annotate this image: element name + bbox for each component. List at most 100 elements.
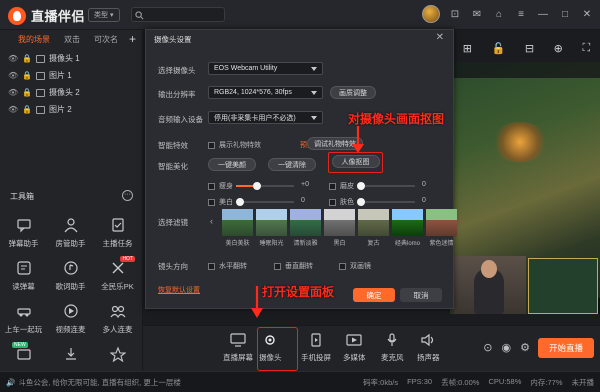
filter-item[interactable]: 紫色迷情 (426, 209, 457, 247)
list-item[interactable]: 👁 🔒 摄像头 1 (0, 50, 142, 67)
search-input[interactable] (131, 7, 225, 22)
tab-rename[interactable]: 可次名 (94, 34, 118, 45)
dual-mirror-checkbox[interactable]: 双画镜 (339, 261, 371, 271)
checkbox-box (274, 262, 281, 270)
skin-tone-slider[interactable] (357, 198, 415, 206)
notice-text[interactable]: 斗鱼公会, 给你无限可能, 直播有组织, 更上一层楼 (18, 377, 181, 388)
eye-icon[interactable]: 👁 (8, 88, 18, 97)
chevron-left-icon[interactable]: ‹ (210, 216, 213, 226)
slider-knob[interactable] (357, 182, 365, 190)
smooth-slider[interactable] (357, 182, 415, 190)
camera-select[interactable]: EOS Webcam Utility (208, 62, 323, 75)
filter-item[interactable]: 睡眠阳光 (256, 209, 287, 247)
maximize-icon[interactable]: □ (558, 7, 572, 21)
slider-knob[interactable] (236, 198, 244, 206)
lyrics-icon (62, 259, 80, 277)
bottom-item-speaker[interactable]: 扬声器 (417, 332, 440, 363)
filter-item[interactable]: 复古 (358, 209, 389, 247)
eye-icon[interactable]: ◉ (502, 341, 512, 354)
skin-tone-checkbox[interactable]: 肤色 (329, 197, 354, 207)
slim-slider[interactable] (236, 182, 294, 190)
lock-icon[interactable]: 🔒 (22, 105, 32, 114)
fullscreen-icon[interactable]: ⛶ (582, 42, 590, 55)
checkbox-box (339, 262, 346, 270)
slider-label: 磨皮 (340, 183, 354, 190)
memory-usage: 内存:77% (530, 377, 563, 387)
eye-icon[interactable]: 👁 (8, 105, 18, 114)
whiten-checkbox[interactable]: 美白 (208, 197, 233, 207)
annotation-arrow-down (352, 126, 364, 153)
camera-overlay[interactable] (454, 256, 526, 314)
slider-knob[interactable] (253, 182, 261, 190)
tool-ride-together[interactable]: 上车一起玩 (0, 302, 47, 335)
vertical-flip-checkbox[interactable]: 垂直翻转 (274, 261, 313, 271)
bottom-item-screen[interactable]: 直播屏幕 (223, 332, 253, 363)
audio-input-select[interactable]: 停用(非采集卡用户不必选) (208, 111, 323, 124)
lock-icon[interactable]: 🔒 (22, 54, 32, 63)
bottom-item-phone-cast[interactable]: 手机投屏 (301, 332, 331, 363)
list-item[interactable]: 👁 🔒 图片 1 (0, 67, 142, 84)
tool-multi-link[interactable]: 多人连麦 (94, 302, 141, 335)
quality-adjust-button[interactable]: 画质调整 (330, 86, 376, 99)
horizontal-flip-checkbox[interactable]: 水平翻转 (208, 261, 247, 271)
tool-host-task[interactable]: 主播任务 (94, 216, 141, 249)
tool-download[interactable] (47, 345, 94, 363)
filter-label: 睡眠阳光 (259, 241, 284, 247)
type-dropdown[interactable]: 类型 ▾ (88, 8, 120, 22)
resolution-select[interactable]: RGB24, 1024*576, 30fps (208, 86, 323, 99)
tool-video-link[interactable]: 视频连麦 (47, 302, 94, 335)
filter-item[interactable]: 美白美肤 (222, 209, 253, 247)
bottom-item-media[interactable]: 多媒体 (343, 332, 366, 363)
skin-icon[interactable]: ⌂ (492, 7, 506, 21)
filter-item[interactable]: 清新淡雅 (290, 209, 321, 247)
tool-star[interactable] (94, 345, 141, 363)
cancel-button[interactable]: 取消 (400, 288, 442, 302)
tool-lyrics[interactable]: 歌词助手 (47, 259, 94, 292)
confirm-button[interactable]: 确定 (353, 288, 395, 302)
message-icon[interactable]: ⊡ (448, 7, 462, 21)
grid-icon[interactable]: ⊟ (525, 42, 534, 55)
more-icon[interactable]: ··· (122, 190, 133, 201)
minimize-icon[interactable]: — (536, 7, 550, 21)
gear-icon[interactable]: ⚙ (520, 341, 530, 354)
restore-default-link[interactable]: 恢复默认设置 (158, 285, 200, 295)
menu-icon[interactable]: ≡ (514, 7, 528, 21)
one-click-clear-button[interactable]: 一键清除 (268, 158, 316, 171)
tool-read-danmaku[interactable]: 读弹幕 (0, 259, 47, 292)
mail-icon[interactable]: ✉ (470, 7, 484, 21)
tab-my-scene[interactable]: 我的场景 (18, 34, 50, 45)
list-item[interactable]: 👁 🔒 摄像头 2 (0, 84, 142, 101)
bottom-item-mic[interactable]: 麦克风 (381, 332, 404, 363)
compass-icon[interactable]: ⊕ (554, 42, 563, 55)
tool-gift[interactable]: NEW (0, 342, 47, 363)
whiten-slider[interactable] (236, 198, 294, 206)
tool-danmaku-assistant[interactable]: 弹幕助手 (0, 216, 47, 249)
tool-pk[interactable]: HOT 全民乐PK (94, 256, 141, 292)
checkbox-box (208, 141, 215, 149)
tab-double-click[interactable]: 双击 (64, 34, 80, 45)
filter-thumbnail (392, 209, 423, 236)
slider-knob[interactable] (357, 198, 365, 206)
filter-item[interactable]: 黑白 (324, 209, 355, 247)
slim-checkbox[interactable]: 瘦身 (208, 181, 233, 191)
show-gift-effect-checkbox[interactable]: 展示礼物特效 (208, 140, 261, 150)
close-icon[interactable]: ✕ (436, 32, 444, 43)
user-avatar[interactable] (422, 5, 440, 23)
lock-icon[interactable]: 🔒 (22, 88, 32, 97)
eye-icon[interactable]: 👁 (8, 71, 18, 80)
filter-item[interactable]: 经典lomo (392, 209, 423, 247)
label-camera: 选择摄像头 (158, 66, 196, 75)
list-item[interactable]: 👁 🔒 图片 2 (0, 101, 142, 118)
unlock-icon[interactable]: 🔓 (492, 42, 506, 55)
portrait-cutout-button[interactable]: 人像抠图 (331, 155, 380, 168)
tool-room-admin[interactable]: 房管助手 (47, 216, 94, 249)
add-scene-button[interactable]: + (129, 32, 136, 46)
close-icon[interactable]: ✕ (580, 7, 594, 21)
smooth-checkbox[interactable]: 磨皮 (329, 181, 354, 191)
one-click-beauty-button[interactable]: 一键美颜 (208, 158, 256, 171)
lock-icon[interactable]: 🔒 (22, 71, 32, 80)
record-icon[interactable]: ⊙ (483, 341, 492, 354)
scene-icon[interactable]: ⊞ (463, 42, 472, 55)
start-live-button[interactable]: 开始直播 (538, 338, 594, 358)
eye-icon[interactable]: 👁 (8, 54, 18, 63)
